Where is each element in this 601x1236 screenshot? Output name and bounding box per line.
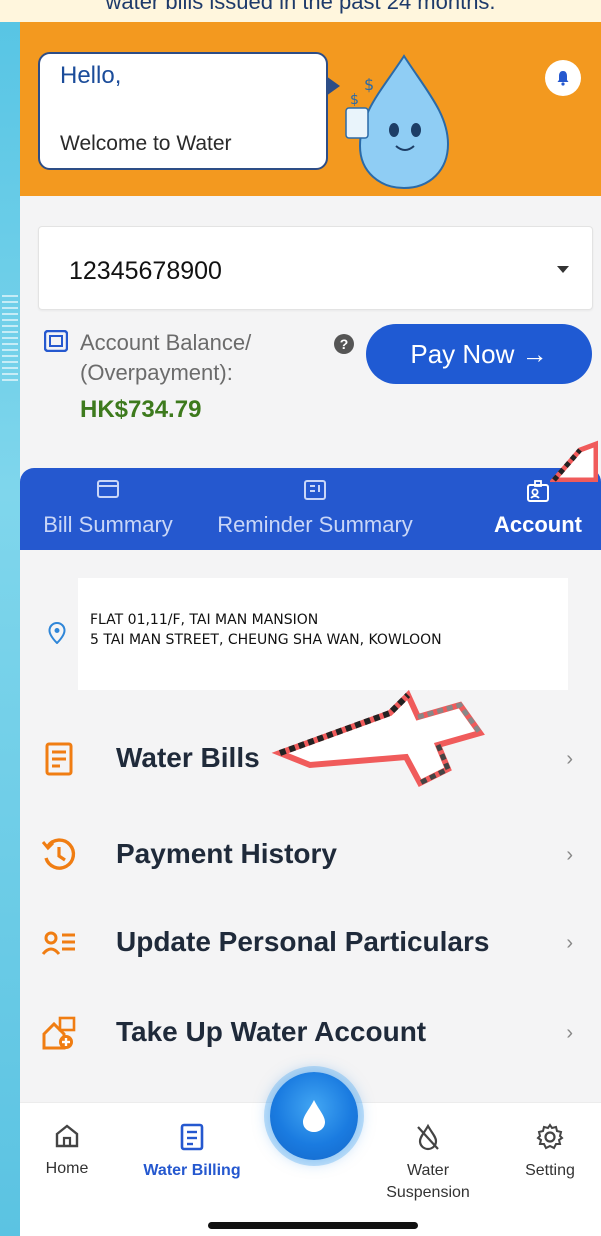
bell-icon	[557, 71, 569, 86]
welcome-text: Welcome to Water	[60, 132, 232, 155]
account-number: 12345678900	[69, 257, 222, 285]
balance-card-icon	[44, 330, 68, 352]
nav-water-suspension[interactable]: Water Suspension	[378, 1123, 478, 1204]
center-water-drop-button[interactable]	[270, 1072, 358, 1160]
personal-particulars-icon	[41, 931, 75, 955]
water-bill-icon	[45, 742, 73, 776]
menu-item-payment-history[interactable]: Payment History ›	[20, 820, 601, 890]
menu-item-update-personal-particulars[interactable]: Update Personal Particulars ›	[20, 908, 601, 978]
chevron-right-icon: ›	[566, 748, 573, 770]
balance-amount: HK$734.79	[80, 396, 202, 423]
location-pin-icon	[48, 622, 66, 644]
svg-text:$: $	[350, 92, 359, 108]
top-caption: water bills issued in the past 24 months…	[0, 0, 601, 22]
caret-down-icon	[557, 266, 569, 273]
welcome-header: Hello, Welcome to Water $ $	[20, 22, 601, 196]
water-drop-mascot-icon: $ $	[345, 54, 450, 190]
tab-reminder-summary[interactable]: Reminder Summary	[198, 468, 432, 550]
balance-label: Account Balance/ (Overpayment):	[80, 330, 252, 385]
account-number-select[interactable]: 12345678900	[38, 226, 593, 310]
chevron-right-icon: ›	[566, 1022, 573, 1044]
pay-now-button[interactable]: Pay Now →	[366, 324, 592, 384]
address-line-2: 5 TAI MAN STREET, CHEUNG SHA WAN, KOWLOO…	[90, 632, 442, 648]
history-icon	[41, 838, 76, 870]
chevron-right-icon: ›	[566, 932, 573, 954]
tab-bill-summary[interactable]: Bill Summary	[20, 468, 196, 550]
water-suspension-icon	[417, 1123, 439, 1151]
side-decoration-strip	[0, 0, 20, 1236]
water-billing-icon	[180, 1123, 204, 1151]
account-card-icon	[527, 480, 549, 502]
home-icon	[55, 1124, 79, 1148]
address-line-1: FLAT 01,11/F, TAI MAN MANSION	[90, 612, 319, 628]
nav-water-billing[interactable]: Water Billing	[132, 1123, 252, 1182]
chevron-right-icon: ›	[566, 844, 573, 866]
greeting-text: Hello,	[60, 62, 122, 89]
svg-text:$: $	[364, 75, 374, 94]
app-screen: Hello, Welcome to Water $ $ 12345678900	[20, 22, 601, 1236]
notification-bell-button[interactable]	[545, 60, 581, 96]
pixel-cursor-fragment-icon	[550, 440, 598, 482]
home-indicator	[208, 1222, 418, 1229]
water-drop-icon	[303, 1100, 325, 1132]
bill-card-icon	[97, 480, 119, 498]
take-up-account-icon	[42, 1016, 76, 1050]
nav-home[interactable]: Home	[42, 1123, 92, 1180]
account-tab-bar: Bill Summary Reminder Summary Account	[20, 468, 601, 550]
menu-item-take-up-water-account[interactable]: Take Up Water Account ›	[20, 998, 601, 1068]
help-icon[interactable]: ?	[334, 334, 354, 354]
pixel-hand-cursor-icon	[271, 689, 485, 787]
reminder-icon	[304, 480, 326, 500]
nav-setting[interactable]: Setting	[510, 1123, 590, 1182]
gear-icon	[536, 1123, 564, 1150]
greeting-bubble: Hello, Welcome to Water	[38, 52, 340, 170]
